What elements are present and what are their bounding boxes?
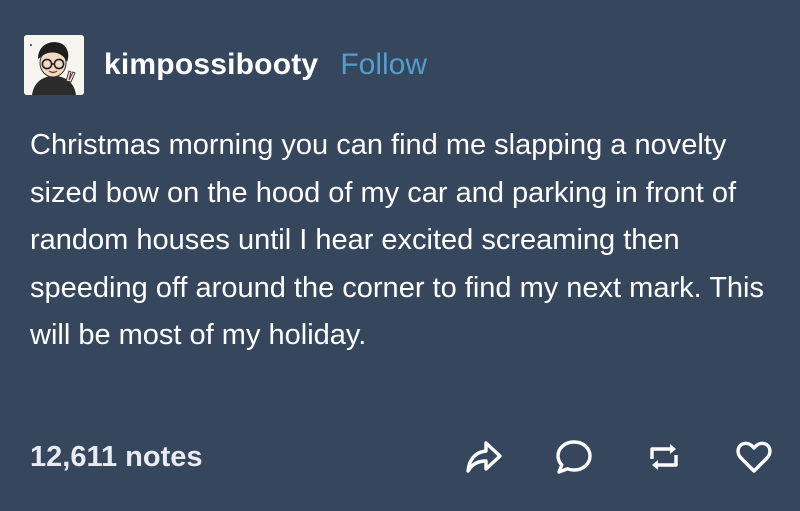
reply-button[interactable] (554, 437, 594, 477)
share-button[interactable] (464, 437, 504, 477)
share-arrow-icon (466, 441, 502, 473)
notes-count[interactable]: 12,611 notes (30, 441, 203, 474)
avatar[interactable] (24, 35, 84, 95)
post-footer: 12,611 notes (30, 432, 774, 482)
post-actions (414, 437, 774, 477)
author-username[interactable]: kimpossibooty (104, 48, 318, 82)
tumblr-post: kimpossibooty Follow Christmas morning y… (0, 0, 800, 511)
like-button[interactable] (734, 437, 774, 477)
reblog-icon (650, 444, 678, 470)
post-text: Christmas morning you can find me slappi… (30, 129, 764, 351)
speech-bubble-icon (556, 440, 592, 474)
avatar-illustration-icon (24, 35, 84, 95)
heart-icon (736, 441, 772, 473)
post-header: kimpossibooty Follow (24, 35, 427, 95)
follow-button[interactable]: Follow (340, 48, 427, 82)
reblog-button[interactable] (644, 437, 684, 477)
